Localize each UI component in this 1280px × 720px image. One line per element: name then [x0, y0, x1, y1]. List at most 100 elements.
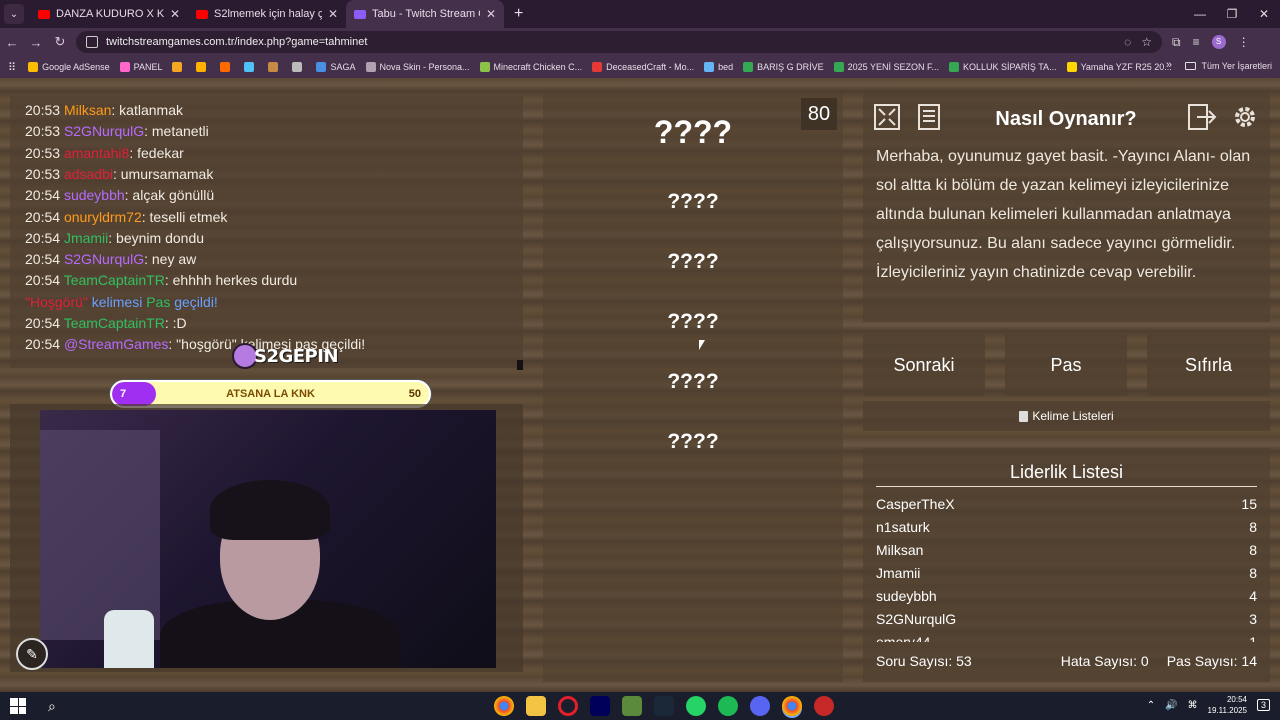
chat-username[interactable]: Milksan [64, 102, 111, 118]
logout-icon[interactable] [1185, 100, 1219, 134]
reset-button[interactable]: Sıfırla [1147, 334, 1270, 396]
menu-icon[interactable]: ⋮ [1238, 35, 1250, 49]
bookmark-item[interactable]: KOLLUK SİPARİŞ TA... [949, 62, 1057, 72]
chat-message: 20:54 TeamCaptainTR: ehhhh herkes durdu [25, 272, 297, 288]
tab-search-button[interactable]: ⌄ [4, 4, 24, 24]
bookmark-item[interactable] [268, 62, 282, 72]
chat-text: : :D [164, 315, 187, 331]
chat-username[interactable]: adsadbi [64, 166, 113, 182]
url-input[interactable]: twitchstreamgames.com.tr/index.php?game=… [76, 31, 1162, 53]
tab-3-active[interactable]: Tabu - Twitch Stream Games ✕ [346, 0, 504, 28]
close-icon[interactable]: ✕ [328, 7, 338, 21]
bookmark-item[interactable]: DeceasedCraft - Mo... [592, 62, 694, 72]
windows-start-icon[interactable] [10, 698, 26, 714]
edit-pencil-icon[interactable]: ✎ [16, 638, 48, 670]
close-icon[interactable]: ✕ [170, 7, 180, 21]
search-icon[interactable]: ⌕ [48, 698, 56, 715]
leaderboard-row: Jmamii 8 [876, 565, 1257, 581]
tab-2[interactable]: S2lmemek için halay çeken eşşek ✕ [188, 0, 346, 28]
discord-icon[interactable] [750, 696, 770, 716]
bookmark-item[interactable] [220, 62, 234, 72]
next-button[interactable]: Sonraki [863, 334, 985, 396]
bookmark-item[interactable]: Minecraft Chicken C... [479, 62, 582, 72]
close-icon[interactable]: ✕ [486, 7, 496, 21]
chat-username[interactable]: amantahi8 [64, 145, 129, 161]
bookmark-star-icon[interactable]: ☆ [1141, 35, 1152, 49]
reload-icon[interactable]: ↻ [48, 34, 72, 50]
chat-username[interactable]: S2GNurqulG [64, 123, 144, 139]
new-tab-button[interactable]: + [514, 5, 523, 23]
chat-username[interactable]: Jmamii [64, 230, 108, 246]
player-score: 15 [1241, 496, 1257, 512]
eye-off-icon[interactable]: ◌ [1124, 35, 1131, 49]
minecraft-icon[interactable] [622, 696, 642, 716]
restore-icon[interactable]: ❐ [1216, 0, 1248, 28]
word-lists-button[interactable]: Kelime Listeleri [863, 401, 1270, 431]
gear-icon[interactable] [1228, 100, 1262, 134]
site-info-icon[interactable] [86, 36, 98, 48]
chat-username[interactable]: @StreamGames [64, 336, 168, 352]
bookmark-item[interactable]: Yamaha YZF R25 20... [1066, 62, 1172, 72]
tab-1[interactable]: DANZA KUDURO X KURDISH / KU ✕ [30, 0, 188, 28]
forward-icon[interactable]: → [24, 35, 48, 50]
opera-icon[interactable] [558, 696, 578, 716]
fullscreen-icon[interactable] [870, 100, 904, 134]
taskbar-apps [494, 696, 834, 716]
chevron-up-icon[interactable]: ⌃ [1147, 700, 1155, 711]
all-bookmarks-button[interactable]: Tüm Yer İşaretleri [1185, 61, 1272, 71]
bookmark-favicon-icon [479, 62, 490, 72]
all-bookmarks-label: Tüm Yer İşaretleri [1201, 61, 1272, 71]
clock[interactable]: 20:54 19.11.2025 [1208, 694, 1247, 716]
close-window-icon[interactable]: ✕ [1248, 0, 1280, 28]
bookmark-favicon-icon [704, 62, 715, 72]
chat-scrollbar[interactable] [517, 360, 523, 370]
bookmark-item[interactable]: PANEL [119, 62, 163, 72]
chat-timestamp: 20:53 [25, 123, 61, 140]
chat-message: 20:54 Jmamii: beynim dondu [25, 230, 204, 246]
file-explorer-icon[interactable] [526, 696, 546, 716]
bookmark-item[interactable] [244, 62, 258, 72]
leaderboard-divider [876, 486, 1257, 487]
leaderboard-row: emery44 1 [876, 634, 1257, 642]
whatsapp-icon[interactable] [686, 696, 706, 716]
bookmark-item[interactable]: Google AdSense [28, 62, 110, 72]
bookmark-item[interactable]: 2025 YENİ SEZON F... [833, 62, 939, 72]
premiere-icon[interactable] [590, 696, 610, 716]
chat-username[interactable]: TeamCaptainTR [64, 272, 165, 288]
chrome-active-icon[interactable] [782, 696, 802, 716]
bookmark-item[interactable]: BARIŞ G DRİVE [743, 62, 824, 72]
bookmark-label: PANEL [133, 62, 163, 72]
bookmark-item[interactable]: bed [704, 62, 733, 72]
chat-timestamp: 20:53 [25, 144, 61, 161]
how-to-play-title: Nasıl Oynanır? [995, 108, 1137, 130]
pass-button[interactable]: Pas [1005, 334, 1127, 396]
address-bar: ← → ↻ twitchstreamgames.com.tr/index.php… [0, 28, 1280, 56]
document-icon[interactable] [912, 100, 946, 134]
chat-timestamp: 20:53 [25, 102, 61, 118]
bookmarks-overflow-button[interactable]: » [1166, 59, 1172, 71]
volume-icon[interactable]: 🔊 [1165, 700, 1177, 711]
extensions-icon[interactable]: ⧉ [1172, 35, 1181, 50]
sponsor-logo: S2GEPIN [232, 343, 339, 369]
avatar[interactable]: S [1211, 35, 1226, 49]
apps-grid-icon[interactable]: ⠿ [8, 61, 16, 74]
spotify-icon[interactable] [718, 696, 738, 716]
bookmark-item[interactable]: SAGA [316, 62, 356, 72]
bookmark-favicon-icon [592, 62, 603, 72]
network-icon[interactable]: ⌘ [1188, 700, 1198, 711]
chrome-icon[interactable] [494, 696, 514, 716]
chat-username[interactable]: onuryldrm72 [64, 209, 142, 225]
app-icon[interactable] [814, 696, 834, 716]
bookmark-item[interactable] [196, 62, 210, 72]
minimize-icon[interactable]: — [1184, 0, 1216, 28]
steam-icon[interactable] [654, 696, 674, 716]
chat-username[interactable]: TeamCaptainTR [64, 315, 165, 331]
bookmark-item[interactable]: Nova Skin - Persona... [365, 62, 470, 72]
back-icon[interactable]: ← [0, 35, 24, 50]
bookmark-item[interactable] [172, 62, 186, 72]
chat-username[interactable]: sudeybbh [64, 187, 125, 203]
chat-username[interactable]: S2GNurqulG [64, 251, 144, 267]
notification-badge[interactable]: 3 [1256, 699, 1270, 711]
bookmark-item[interactable] [292, 62, 306, 72]
media-icon[interactable]: ≡ [1193, 35, 1200, 49]
